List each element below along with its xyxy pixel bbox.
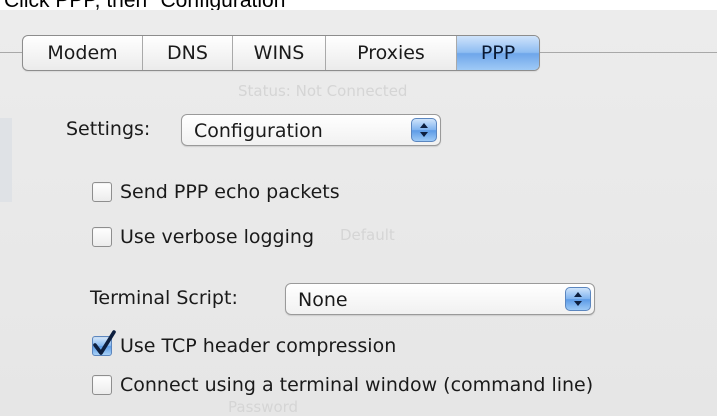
network-ppp-panel: Status: Not Connected Default Password M… (0, 10, 717, 416)
verbose-logging-option[interactable]: Use verbose logging (92, 226, 314, 248)
background-window-edge (0, 118, 12, 202)
echo-packets-label: Send PPP echo packets (120, 181, 340, 203)
terminal-script-value: None (298, 289, 348, 311)
terminal-window-checkbox[interactable] (92, 375, 112, 395)
terminal-window-label: Connect using a terminal window (command… (120, 374, 594, 396)
tab-bar: Modem DNS WINS Proxies PPP (22, 35, 540, 71)
verbose-logging-label: Use verbose logging (120, 226, 314, 248)
background-status-text: Status: Not Connected (238, 82, 408, 100)
tab-dns[interactable]: DNS (143, 36, 233, 70)
up-down-arrows-icon (565, 287, 591, 311)
echo-packets-checkbox[interactable] (92, 182, 112, 202)
background-default-text: Default (340, 226, 395, 244)
background-password-text: Password (228, 398, 299, 416)
checkmark-icon (93, 330, 116, 355)
terminal-script-label: Terminal Script: (90, 287, 238, 309)
settings-value: Configuration (194, 120, 323, 142)
tcp-compression-option[interactable]: Use TCP header compression (92, 330, 397, 357)
terminal-window-option[interactable]: Connect using a terminal window (command… (92, 374, 593, 396)
tab-wins[interactable]: WINS (233, 36, 326, 70)
settings-popup[interactable]: Configuration (181, 114, 441, 146)
echo-packets-option[interactable]: Send PPP echo packets (92, 181, 340, 203)
settings-label: Settings: (66, 118, 151, 140)
terminal-script-popup[interactable]: None (285, 283, 595, 315)
tab-modem[interactable]: Modem (23, 36, 143, 70)
verbose-logging-checkbox[interactable] (92, 227, 112, 247)
tcp-compression-label: Use TCP header compression (120, 335, 397, 357)
tcp-compression-checkbox[interactable] (92, 330, 116, 356)
up-down-arrows-icon (411, 118, 437, 142)
tab-ppp[interactable]: PPP (457, 36, 539, 70)
tab-proxies[interactable]: Proxies (326, 36, 457, 70)
